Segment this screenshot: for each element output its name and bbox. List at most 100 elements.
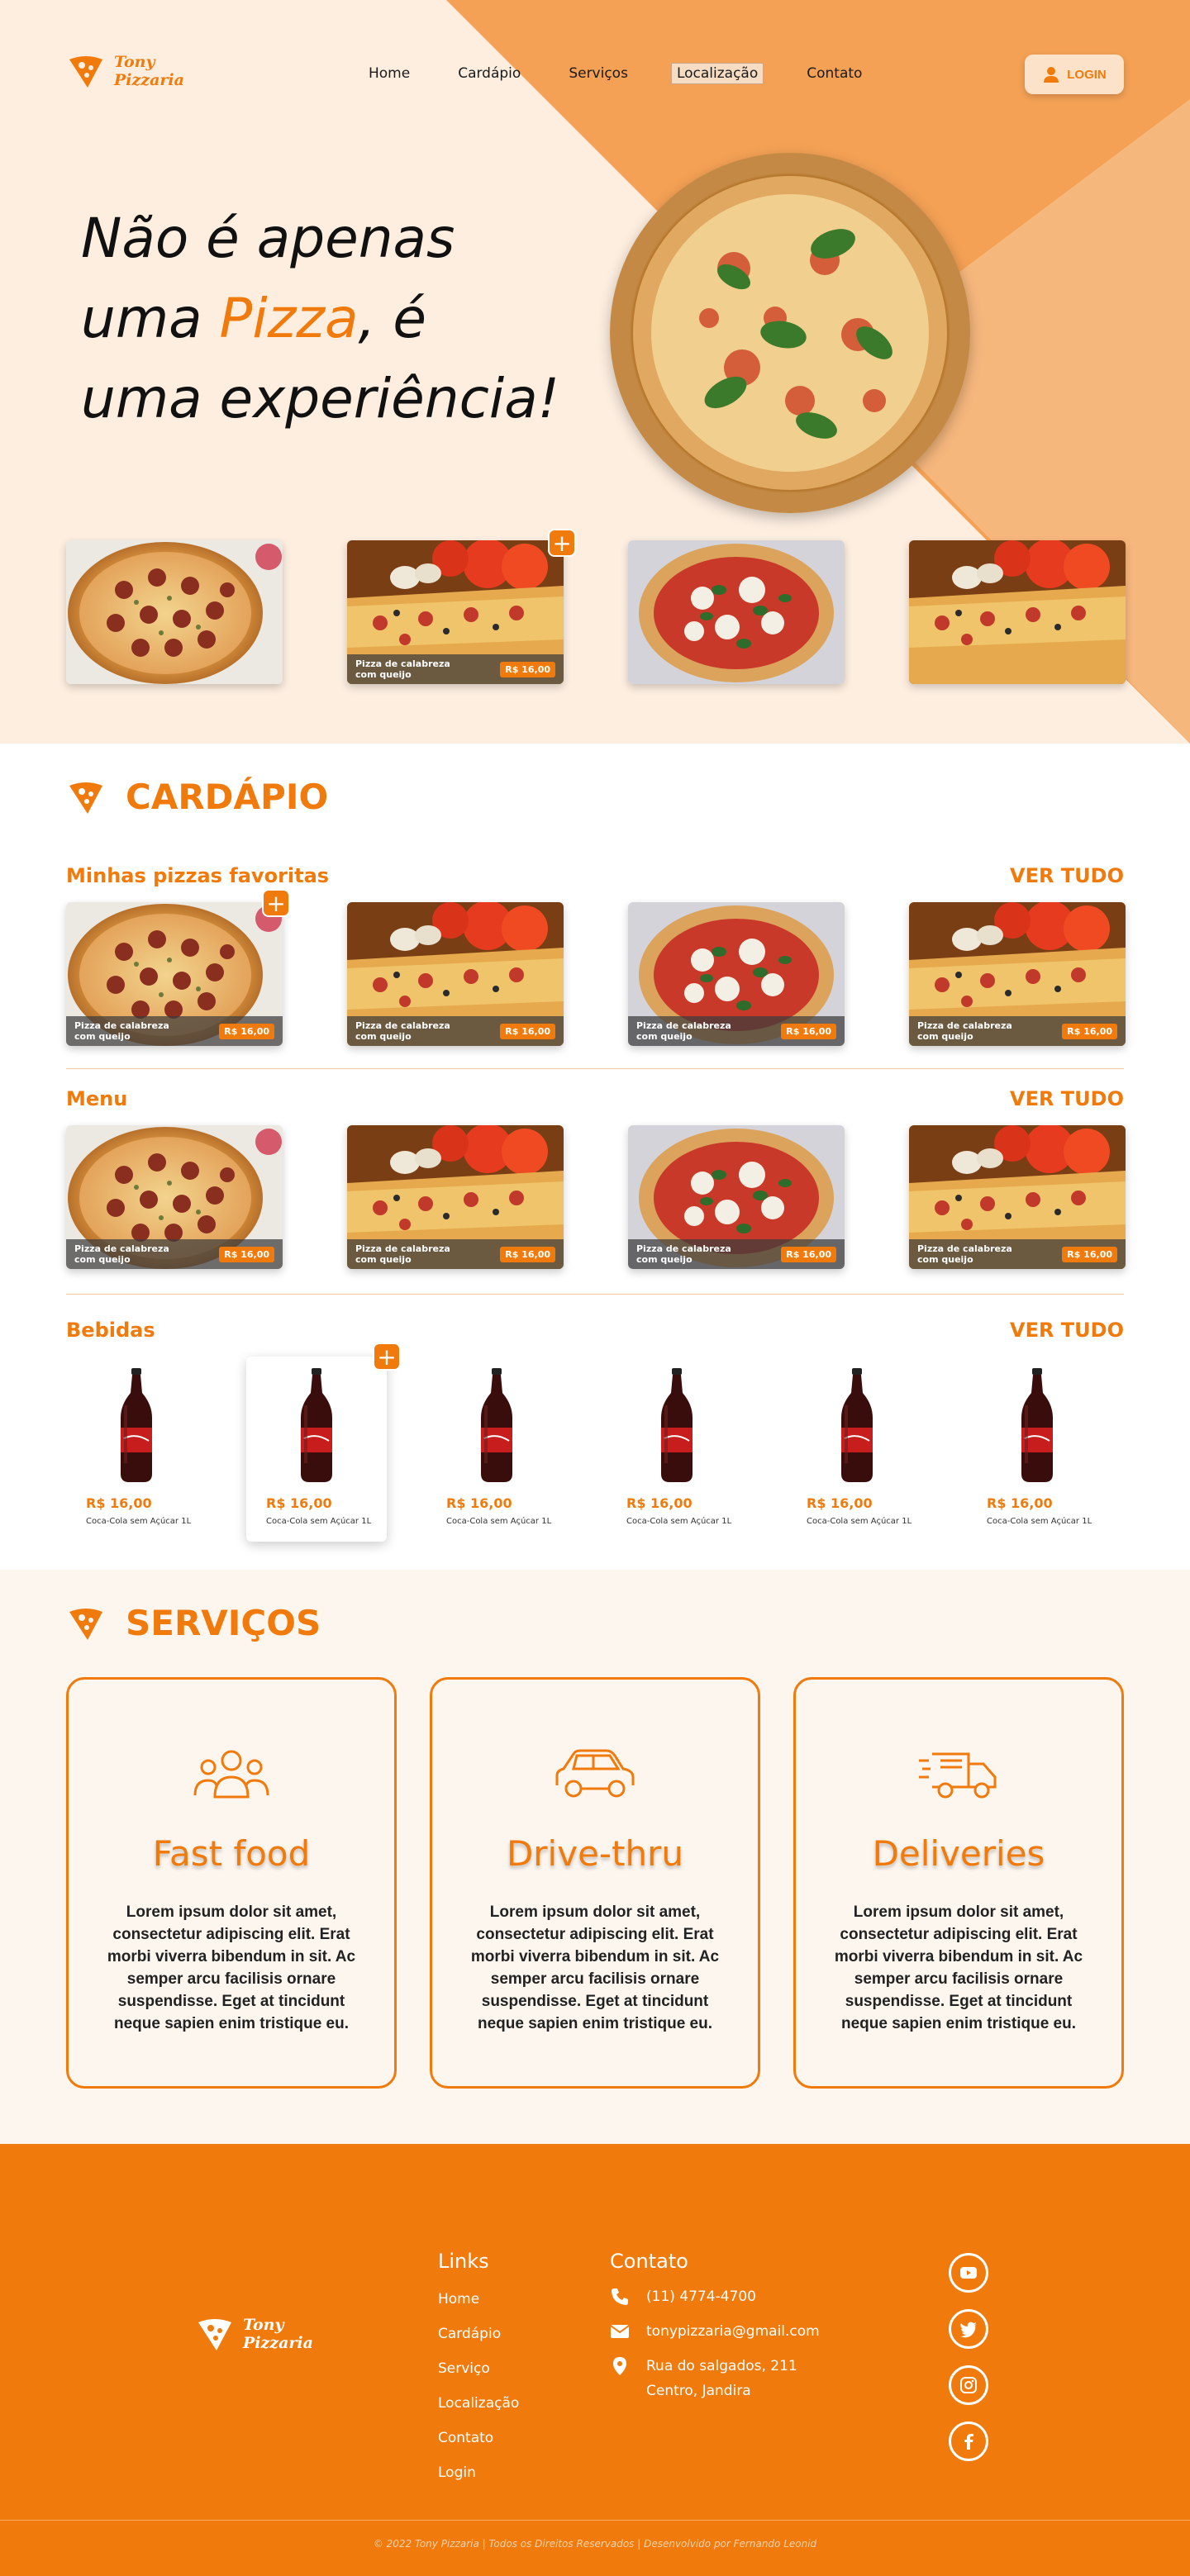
drink-name: Coca-Cola sem Açúcar 1L (807, 1517, 912, 1526)
user-icon (1044, 67, 1059, 83)
hero-line2: uma Pizza, é (81, 278, 559, 359)
drink-price: R$ 16,00 (86, 1495, 152, 1511)
nav-localizacao[interactable]: Localização (670, 63, 764, 84)
contact-phone[interactable]: (11) 4774-4700 (610, 2284, 756, 2309)
footer: Tony Pizzaria Links Home Cardápio Serviç… (0, 2144, 1190, 2576)
pizza-name: Pizza de calabreza com queijo (355, 1243, 450, 1265)
menu-see-all-link[interactable]: VER TUDO (1010, 1087, 1124, 1110)
bottle-image (116, 1368, 157, 1484)
menu-card-1[interactable]: Pizza de calabreza com queijo R$ 16,00 (66, 1125, 283, 1269)
drinks-see-all-link[interactable]: VER TUDO (1010, 1319, 1124, 1342)
service-card-drive-thru[interactable]: Drive-thru Lorem ipsum dolor sit amet, c… (430, 1677, 760, 2089)
brand-name: Tony Pizzaria (114, 53, 184, 89)
address-line2: Centro, Jandira (646, 2383, 751, 2399)
youtube-link[interactable] (949, 2253, 988, 2293)
favorite-card-3[interactable]: Pizza de calabreza com queijo R$ 16,00 (628, 902, 845, 1046)
divider (66, 1294, 1124, 1295)
footer-logo[interactable]: Tony Pizzaria (195, 2314, 313, 2354)
pizza-name: Pizza de calabreza com queijo (917, 1020, 1012, 1042)
brand-line2: Pizzaria (243, 2334, 313, 2352)
thumb-label: Pizza de calabreza com queijo R$ 16,00 (628, 1239, 845, 1269)
servicos-title: SERVIÇOS (126, 1603, 321, 1643)
menu-card-4[interactable]: Pizza de calabreza com queijo R$ 16,00 (909, 1125, 1126, 1269)
divider (66, 1068, 1124, 1069)
bottle-image (296, 1368, 337, 1484)
menu-card-2[interactable]: Pizza de calabreza com queijo R$ 16,00 (347, 1125, 564, 1269)
hero-thumb-4[interactable] (909, 540, 1126, 684)
email-text: tonypizzaria@gmail.com (646, 2323, 820, 2340)
instagram-link[interactable] (949, 2365, 988, 2405)
pizza-name: Pizza de calabreza com queijo (355, 658, 450, 680)
drink-card-6[interactable]: R$ 16,00 Coca-Cola sem Açúcar 1L (967, 1357, 1107, 1542)
nav-cardapio[interactable]: Cardápio (453, 64, 526, 83)
footer-link-contato[interactable]: Contato (438, 2430, 493, 2446)
contact-address[interactable]: Rua do salgados, 211 Centro, Jandira (610, 2354, 797, 2403)
drink-card-4[interactable]: R$ 16,00 Coca-Cola sem Açúcar 1L (607, 1357, 747, 1542)
favorite-card-4[interactable]: Pizza de calabreza com queijo R$ 16,00 (909, 902, 1126, 1046)
service-card-deliveries[interactable]: Deliveries Lorem ipsum dolor sit amet, c… (793, 1677, 1124, 2089)
add-button[interactable]: + (262, 889, 290, 917)
service-card-fast-food[interactable]: Fast food Lorem ipsum dolor sit amet, co… (66, 1677, 397, 2089)
pizza-slice-icon (69, 782, 102, 814)
hero-thumb-2[interactable]: Pizza de calabreza com queijo R$ 16,00 (347, 540, 564, 684)
drink-name: Coca-Cola sem Açúcar 1L (86, 1517, 192, 1526)
footer-link-servico[interactable]: Serviço (438, 2360, 490, 2377)
pizza-price: R$ 16,00 (500, 1023, 555, 1039)
drink-name: Coca-Cola sem Açúcar 1L (626, 1517, 732, 1526)
hero-thumb-3[interactable] (628, 540, 845, 684)
drink-price: R$ 16,00 (987, 1495, 1053, 1511)
add-button[interactable]: + (548, 529, 576, 557)
contact-email[interactable]: tonypizzaria@gmail.com (610, 2319, 820, 2344)
location-pin-icon (613, 2357, 626, 2375)
facebook-link[interactable] (949, 2422, 988, 2461)
pizza-name: Pizza de calabreza com queijo (74, 1243, 169, 1265)
footer-link-home[interactable]: Home (438, 2291, 479, 2307)
drink-name: Coca-Cola sem Açúcar 1L (266, 1517, 372, 1526)
main-nav: Home Cardápio Serviços Localização Conta… (364, 63, 867, 84)
drink-card-1[interactable]: R$ 16,00 Coca-Cola sem Açúcar 1L (66, 1357, 207, 1542)
favorite-card-2[interactable]: Pizza de calabreza com queijo R$ 16,00 (347, 902, 564, 1046)
drink-name: Coca-Cola sem Açúcar 1L (987, 1517, 1092, 1526)
twitter-link[interactable] (949, 2309, 988, 2349)
pizza-price: R$ 16,00 (500, 661, 555, 677)
drink-card-2[interactable]: R$ 16,00 Coca-Cola sem Açúcar 1L (246, 1357, 387, 1542)
footer-link-cardapio[interactable]: Cardápio (438, 2326, 501, 2342)
footer-contact-title: Contato (610, 2250, 688, 2273)
copyright-text: © 2022 Tony Pizzaria | Todos os Direitos… (373, 2538, 817, 2550)
facebook-icon (964, 2433, 973, 2450)
menu-card-3[interactable]: Pizza de calabreza com queijo R$ 16,00 (628, 1125, 845, 1269)
bottle-image (656, 1368, 697, 1484)
hero-line3: uma experiência! (81, 367, 560, 430)
nav-contato[interactable]: Contato (802, 64, 867, 83)
pizza-price: R$ 16,00 (219, 1023, 274, 1039)
footer-link-login[interactable]: Login (438, 2464, 476, 2481)
login-button[interactable]: LOGIN (1025, 55, 1124, 94)
drink-card-3[interactable]: R$ 16,00 Coca-Cola sem Açúcar 1L (426, 1357, 567, 1542)
pizza-price: R$ 16,00 (219, 1246, 274, 1262)
drink-card-5[interactable]: R$ 16,00 Coca-Cola sem Açúcar 1L (787, 1357, 927, 1542)
servicos-heading: SERVIÇOS (66, 1603, 321, 1643)
service-title: Fast food (152, 1833, 311, 1874)
pizza-name: Pizza de calabreza com queijo (355, 1020, 450, 1042)
thumb-label: Pizza de calabreza com queijo R$ 16,00 (347, 1239, 564, 1269)
twitter-icon (960, 2322, 977, 2338)
bottle-image (836, 1368, 878, 1484)
nav-servicos[interactable]: Serviços (564, 64, 633, 83)
cardapio-title: CARDÁPIO (126, 777, 329, 817)
pizza-price: R$ 16,00 (1062, 1246, 1117, 1262)
pizza-price: R$ 16,00 (781, 1023, 836, 1039)
thumb-label: Pizza de calabreza com queijo R$ 16,00 (909, 1239, 1126, 1269)
footer-link-localizacao[interactable]: Localização (438, 2395, 519, 2412)
drink-price: R$ 16,00 (446, 1495, 512, 1511)
youtube-icon (960, 2267, 977, 2279)
add-button[interactable]: + (373, 1343, 401, 1371)
pizza-name: Pizza de calabreza com queijo (917, 1243, 1012, 1265)
favorites-see-all-link[interactable]: VER TUDO (1010, 864, 1124, 887)
footer-divider (0, 2520, 1190, 2521)
hero-thumb-1[interactable] (66, 540, 283, 684)
favorite-card-1[interactable]: Pizza de calabreza com queijo R$ 16,00 (66, 902, 283, 1046)
delivery-truck-icon (919, 1752, 997, 1799)
pizza-price: R$ 16,00 (500, 1246, 555, 1262)
nav-home[interactable]: Home (364, 64, 415, 83)
brand-logo[interactable]: Tony Pizzaria (66, 51, 184, 91)
